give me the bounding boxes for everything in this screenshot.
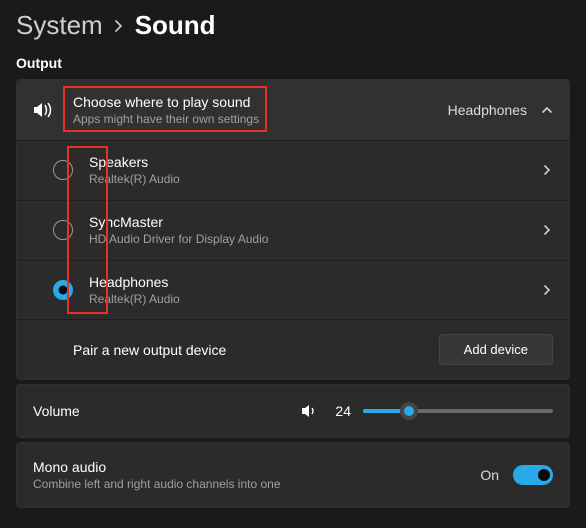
choose-output-title: Choose where to play sound <box>73 93 448 111</box>
radio-syncmaster[interactable] <box>53 220 73 240</box>
volume-card: Volume 24 <box>16 384 570 438</box>
pair-device-row: Pair a new output device Add device <box>17 319 569 379</box>
choose-output-subtitle: Apps might have their own settings <box>73 112 448 128</box>
output-card: Choose where to play sound Apps might ha… <box>16 79 570 380</box>
breadcrumb: System Sound <box>16 10 570 41</box>
chevron-right-icon[interactable] <box>541 284 553 296</box>
volume-label: Volume <box>33 403 80 419</box>
output-section-label: Output <box>16 55 570 71</box>
radio-headphones[interactable] <box>53 280 73 300</box>
mono-audio-row[interactable]: Mono audio Combine left and right audio … <box>17 443 569 507</box>
device-name: Speakers <box>89 153 541 171</box>
volume-value: 24 <box>331 403 351 419</box>
speaker-icon <box>33 101 73 119</box>
pair-device-label: Pair a new output device <box>73 341 439 359</box>
choose-output-row[interactable]: Choose where to play sound Apps might ha… <box>17 80 569 140</box>
breadcrumb-parent[interactable]: System <box>16 10 103 41</box>
volume-slider[interactable] <box>363 409 553 413</box>
mono-state-label: On <box>480 467 499 483</box>
page-title: Sound <box>135 10 216 41</box>
device-driver: Realtek(R) Audio <box>89 172 541 188</box>
device-driver: Realtek(R) Audio <box>89 292 541 308</box>
chevron-right-icon[interactable] <box>541 224 553 236</box>
device-row-syncmaster[interactable]: SyncMaster HD Audio Driver for Display A… <box>17 200 569 260</box>
device-row-headphones[interactable]: Headphones Realtek(R) Audio <box>17 260 569 320</box>
mono-toggle[interactable] <box>513 465 553 485</box>
selected-device-label: Headphones <box>448 102 527 118</box>
device-name: SyncMaster <box>89 213 541 231</box>
device-name: Headphones <box>89 273 541 291</box>
radio-speakers[interactable] <box>53 160 73 180</box>
mono-audio-card: Mono audio Combine left and right audio … <box>16 442 570 508</box>
device-driver: HD Audio Driver for Display Audio <box>89 232 541 248</box>
device-row-speakers[interactable]: Speakers Realtek(R) Audio <box>17 140 569 200</box>
chevron-right-icon[interactable] <box>541 164 553 176</box>
volume-icon[interactable] <box>301 403 319 419</box>
add-device-button[interactable]: Add device <box>439 334 553 365</box>
mono-audio-subtitle: Combine left and right audio channels in… <box>33 477 480 493</box>
mono-audio-title: Mono audio <box>33 458 480 476</box>
chevron-right-icon <box>113 20 125 32</box>
chevron-up-icon <box>541 104 553 116</box>
